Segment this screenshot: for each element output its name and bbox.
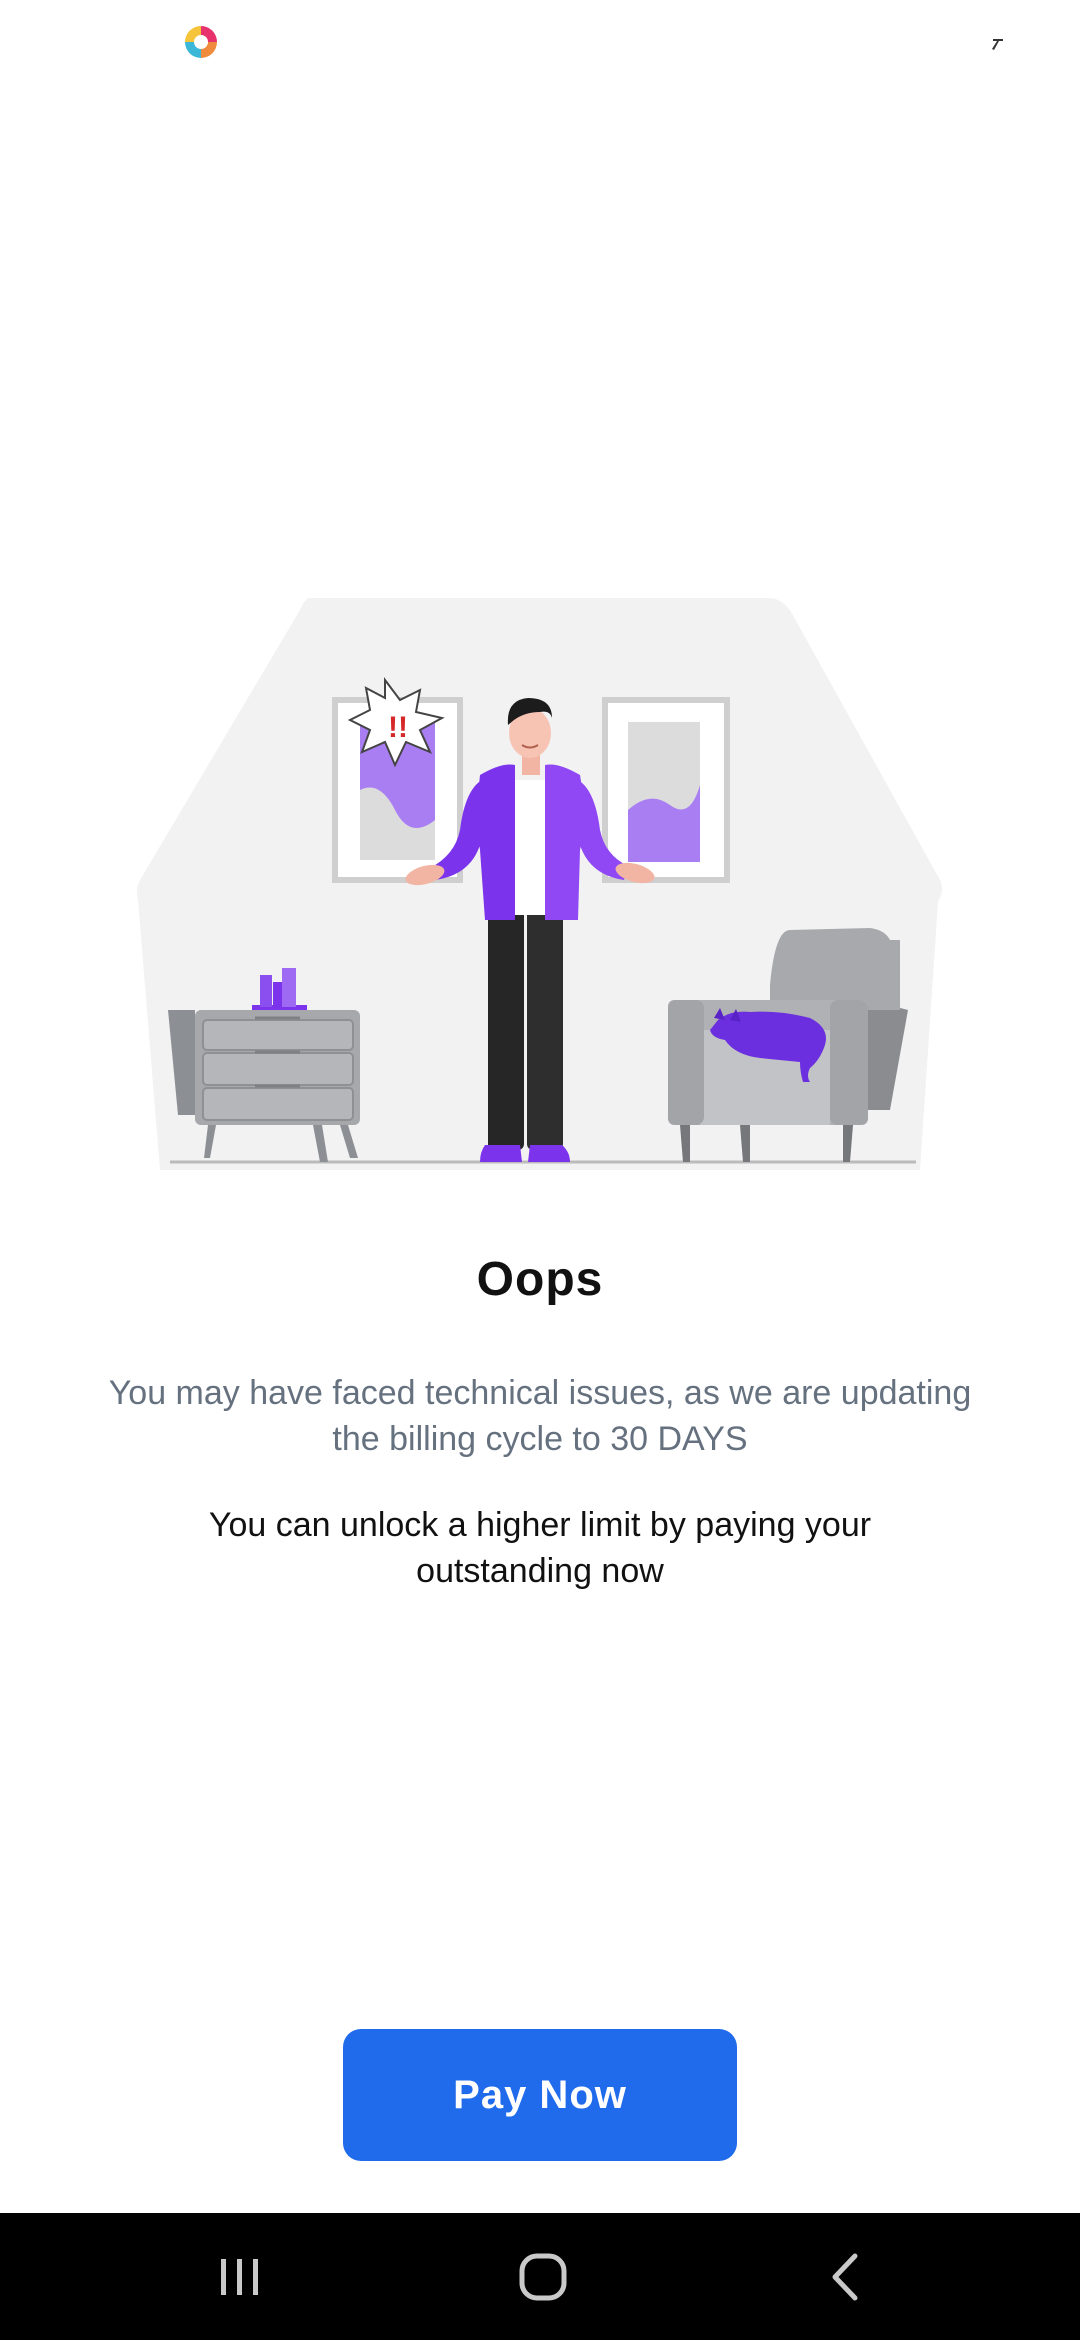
pay-now-button[interactable]: Pay Now [343, 2029, 737, 2161]
subtitle-text: You may have faced technical issues, as … [108, 1374, 972, 1458]
nav-home-button[interactable] [463, 2213, 623, 2340]
back-icon [832, 2253, 858, 2300]
right-picture-frame [602, 697, 730, 883]
app-logo-icon [185, 26, 217, 58]
unlock-message: You can unlock a higher limit by paying … [208, 1506, 872, 1590]
recents-icon [221, 2258, 258, 2295]
status-bar [0, 0, 1080, 84]
system-navigation-bar [0, 2213, 1080, 2340]
hero-illustration: !! [136, 598, 943, 1170]
page-title: Oops [476, 1253, 604, 1306]
alert-text: !! [388, 711, 408, 744]
nav-back-button[interactable] [765, 2213, 925, 2340]
nav-recents-button[interactable] [160, 2213, 320, 2340]
home-icon [519, 2253, 567, 2300]
signal-arrow-icon [992, 39, 1003, 50]
oops-screen: !! Oops You may have faced technical iss… [0, 0, 1080, 2340]
